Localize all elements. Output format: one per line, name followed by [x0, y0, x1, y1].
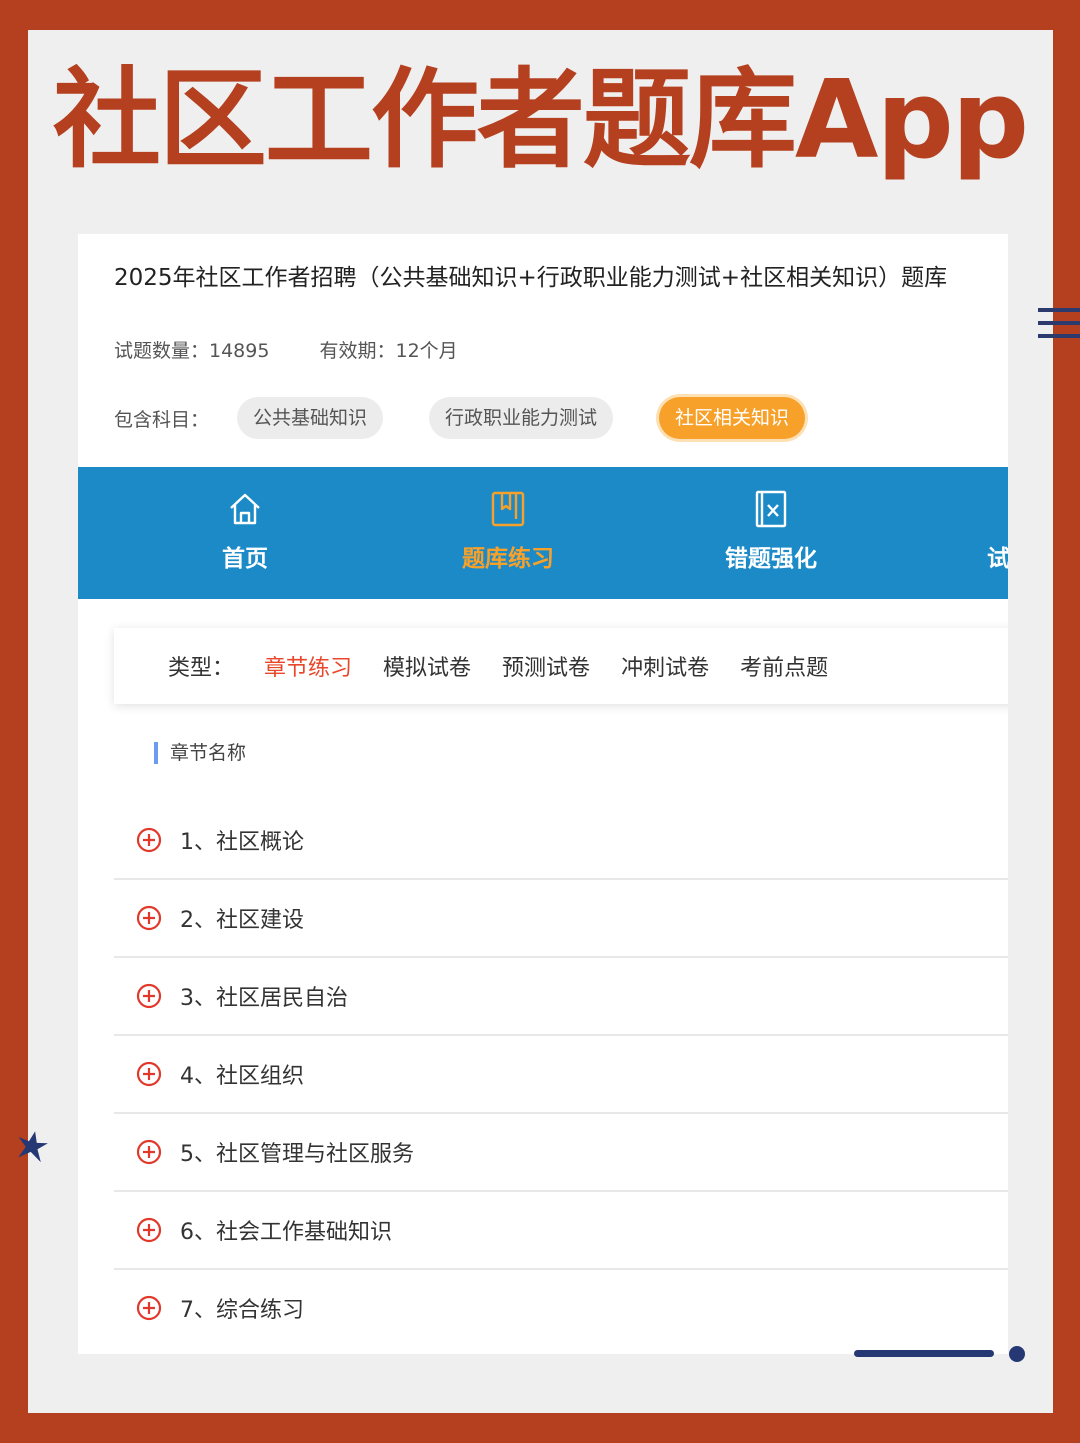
- exam-card: 2025年社区工作者招聘（公共基础知识+行政职业能力测试+社区相关知识）题库 试…: [78, 234, 1008, 1354]
- nav-item-mistakes[interactable]: 错题强化: [681, 467, 861, 599]
- subjects-label: 包含科目：: [114, 408, 210, 431]
- expand-plus-icon[interactable]: [136, 1217, 162, 1243]
- chapter-title: 7、综合练习: [180, 1298, 304, 1323]
- expand-plus-icon[interactable]: [136, 1139, 162, 1165]
- banner-title: 社区工作者题库App: [52, 58, 1029, 183]
- home-icon: [230, 493, 260, 525]
- expand-plus-icon[interactable]: [136, 1061, 162, 1087]
- type-tab-sprint[interactable]: 冲刺试卷: [621, 650, 709, 682]
- nav-label-practice: 题库练习: [462, 546, 554, 572]
- chapter-row[interactable]: 6、社会工作基础知识: [114, 1192, 1008, 1270]
- expand-plus-icon[interactable]: [136, 983, 162, 1009]
- nav-item-practice[interactable]: 题库练习: [418, 467, 598, 599]
- chapter-row[interactable]: 3、社区居民自治: [114, 958, 1008, 1036]
- chapter-row[interactable]: 4、社区组织: [114, 1036, 1008, 1114]
- subject-chip-community[interactable]: 社区相关知识: [659, 397, 806, 439]
- chapter-title: 6、社会工作基础知识: [180, 1220, 392, 1245]
- chapter-row[interactable]: 1、社区概论: [114, 802, 1008, 880]
- type-tab-final[interactable]: 考前点题: [740, 650, 828, 682]
- exam-title: 2025年社区工作者招聘（公共基础知识+行政职业能力测试+社区相关知识）题库: [114, 265, 948, 291]
- expand-plus-icon[interactable]: [136, 1295, 162, 1321]
- subjects-row: 包含科目： 公共基础知识 行政职业能力测试 社区相关知识: [114, 397, 851, 439]
- chapter-title: 1、社区概论: [180, 830, 304, 855]
- chapter-row[interactable]: 2、社区建设: [114, 880, 1008, 958]
- nav-item-partial[interactable]: 试: [944, 467, 1008, 599]
- subject-chip-admin[interactable]: 行政职业能力测试: [429, 397, 614, 439]
- chapter-title: 2、社区建设: [180, 908, 304, 933]
- chapter-row[interactable]: 5、社区管理与社区服务: [114, 1114, 1008, 1192]
- type-tab-predict[interactable]: 预测试卷: [502, 650, 590, 682]
- expand-plus-icon[interactable]: [136, 905, 162, 931]
- decorative-lines: [1038, 308, 1080, 347]
- type-tab-chapter[interactable]: 章节练习: [264, 650, 352, 682]
- expand-plus-icon[interactable]: [136, 827, 162, 853]
- nav-label-partial: 试: [987, 546, 1008, 572]
- nav-item-home[interactable]: 首页: [155, 467, 335, 599]
- chapter-title: 4、社区组织: [180, 1064, 304, 1089]
- decorative-dot: [1009, 1346, 1025, 1362]
- decorative-bar: [854, 1350, 994, 1357]
- decorative-star-icon: [18, 1131, 48, 1163]
- chapter-row[interactable]: 7、综合练习: [114, 1270, 1008, 1346]
- main-nav: 首页 题库练习 错题强化 试: [78, 467, 1008, 599]
- validity-period: 有效期：12个月: [319, 340, 458, 362]
- nav-label-mistakes: 错题强化: [725, 546, 817, 572]
- question-count: 试题数量：14895: [114, 340, 270, 362]
- nav-label-home: 首页: [222, 546, 268, 572]
- type-filter-bar: 类型： 章节练习 模拟试卷 预测试卷 冲刺试卷 考前点题: [114, 628, 1008, 704]
- chapter-title: 5、社区管理与社区服务: [180, 1142, 414, 1167]
- type-label: 类型：: [168, 656, 235, 681]
- exam-meta: 试题数量：14895 有效期：12个月: [114, 336, 502, 363]
- book-icon: [491, 491, 525, 527]
- wrong-question-icon: [755, 490, 787, 528]
- type-tab-mock[interactable]: 模拟试卷: [383, 650, 471, 682]
- chapter-title: 3、社区居民自治: [180, 986, 348, 1011]
- chapter-section-heading: 章节名称: [154, 742, 246, 764]
- subject-chip-public[interactable]: 公共基础知识: [237, 397, 384, 439]
- chapter-list: 1、社区概论 2、社区建设 3、社区居民自治 4、社区组织 5、社区管理与社区服…: [114, 802, 1008, 1346]
